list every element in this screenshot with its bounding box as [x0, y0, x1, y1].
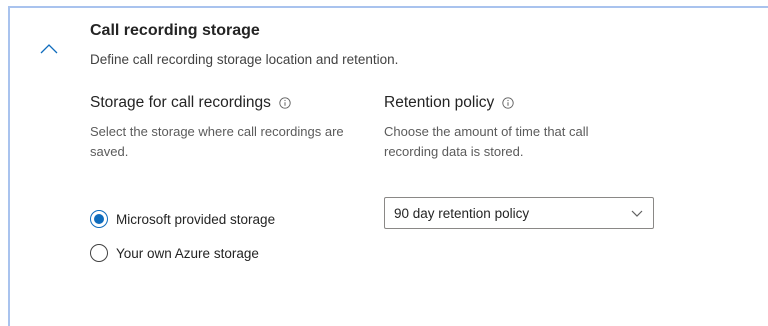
radio-button[interactable] — [90, 244, 108, 262]
chevron-down-icon — [631, 210, 643, 217]
collapse-section-button[interactable] — [38, 38, 60, 60]
section-description: Define call recording storage location a… — [90, 52, 399, 67]
storage-heading: Storage for call recordings — [90, 94, 291, 112]
retention-heading: Retention policy — [384, 94, 514, 112]
retention-policy-value: 90 day retention policy — [394, 205, 530, 221]
radio-dot — [94, 214, 104, 224]
retention-policy-dropdown[interactable]: 90 day retention policy — [384, 197, 654, 229]
radio-azure-storage[interactable]: Your own Azure storage — [90, 244, 259, 262]
radio-label: Your own Azure storage — [116, 245, 259, 261]
radio-label: Microsoft provided storage — [116, 211, 276, 227]
radio-microsoft-storage[interactable]: Microsoft provided storage — [90, 210, 275, 228]
storage-description: Select the storage where call recordings… — [90, 124, 344, 159]
retention-description: Choose the amount of time that call reco… — [384, 124, 589, 159]
radio-button-selected[interactable] — [90, 210, 108, 228]
section-title: Call recording storage — [90, 22, 260, 39]
storage-info-icon[interactable] — [279, 97, 291, 109]
chevron-up-icon — [40, 44, 58, 54]
retention-info-icon[interactable] — [502, 97, 514, 109]
storage-title: Storage for call recordings — [90, 94, 271, 111]
retention-title: Retention policy — [384, 94, 495, 111]
